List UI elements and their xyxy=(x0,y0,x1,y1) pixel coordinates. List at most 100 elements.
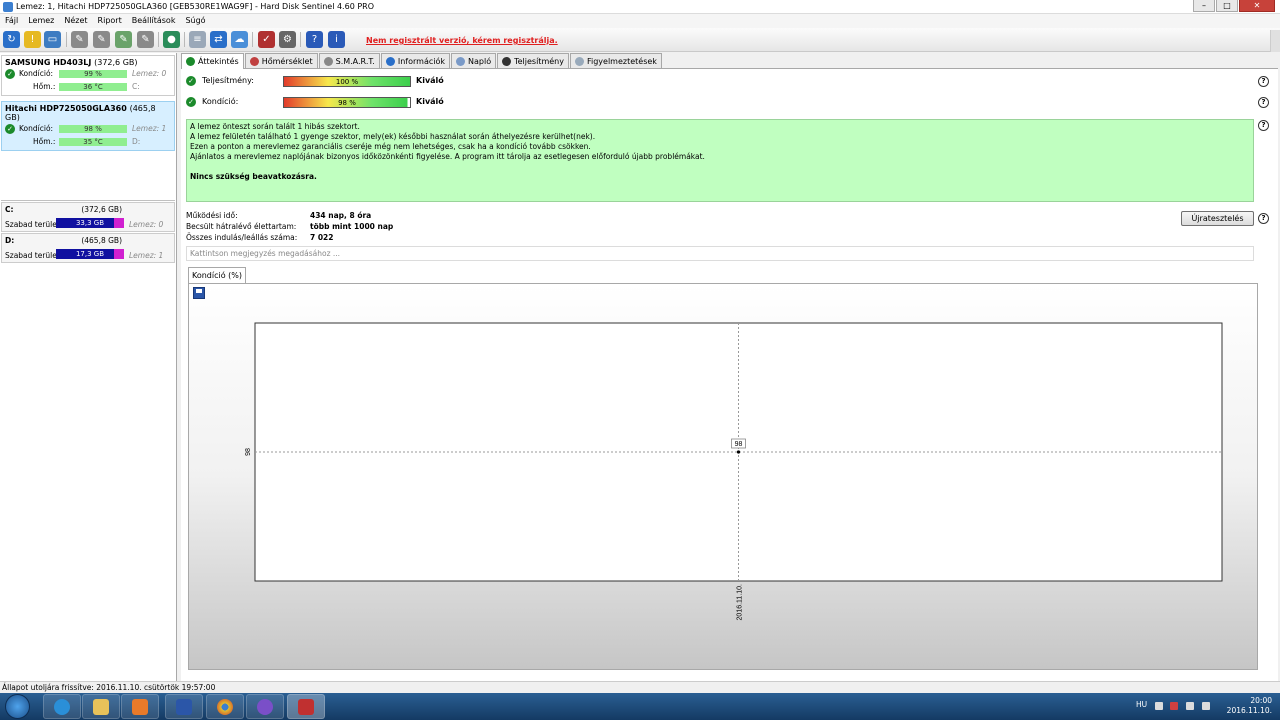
test-icon[interactable]: ✎ xyxy=(71,31,88,48)
menu-disk[interactable]: Lemez xyxy=(28,14,54,28)
main-content: Áttekintés Hőmérséklet S.M.A.R.T. Inform… xyxy=(181,53,1278,681)
free-space-bar: 33,3 GB xyxy=(56,218,124,228)
chart-area: 98 98 2016.11.10. xyxy=(188,283,1258,670)
ie-icon[interactable] xyxy=(43,694,81,719)
register-link[interactable]: Nem regisztrált verzió, kérem regisztrál… xyxy=(366,36,558,45)
title-bar: Lemez: 1, Hitachi HDP725050GLA360 [GEB53… xyxy=(0,0,1280,14)
surface-test-icon[interactable]: ✎ xyxy=(93,31,110,48)
volume-c[interactable]: C: (372,6 GB) Szabad terület 33,3 GB Lem… xyxy=(1,202,175,232)
taskbar: HU 20:00 2016.11.10. xyxy=(0,693,1280,720)
disk-card-hitachi[interactable]: Hitachi HDP725050GLA360 (465,8 GB) ✓ Kon… xyxy=(1,101,175,151)
alerts-icon xyxy=(574,56,584,66)
cloud-icon[interactable]: ☁ xyxy=(231,31,248,48)
menu-bar: Fájl Lemez Nézet Riport Beállítások Súgó xyxy=(0,14,1280,28)
condition-bar: 98 % xyxy=(59,125,127,133)
tab-condition-chart[interactable]: Kondíció (%) xyxy=(188,267,246,283)
menu-view[interactable]: Nézet xyxy=(64,14,87,28)
temperature-bar: 35 °C xyxy=(59,138,127,146)
toolbar: ↻ ! ▭ ✎ ✎ ✎ ✎ ● ≡ ⇄ ☁ ✓ ⚙ ? i Nem regisz… xyxy=(0,28,1280,52)
disk-name: SAMSUNG HD403LJ (372,6 GB) xyxy=(5,58,138,67)
chart-panel: Kondíció (%) 98 98 2016.11.10. xyxy=(186,267,1262,670)
condition-bar: 99 % xyxy=(59,70,127,78)
globe-icon[interactable]: ● xyxy=(163,31,180,48)
tab-bar: Áttekintés Hőmérséklet S.M.A.R.T. Inform… xyxy=(181,53,1278,69)
disk-list-panel: SAMSUNG HD403LJ (372,6 GB) ✓ Kondíció: 9… xyxy=(0,53,177,681)
app-icon xyxy=(3,2,13,12)
disk-name: Hitachi HDP725050GLA360 (465,8 GB) xyxy=(5,104,156,122)
settings-gear-icon[interactable]: ⚙ xyxy=(279,31,296,48)
alert-config-icon[interactable]: ✓ xyxy=(258,31,275,48)
tab-performance[interactable]: Teljesítmény xyxy=(497,53,569,68)
help-icon[interactable]: ? xyxy=(1258,213,1269,224)
disk-stats: Működési idő: 434 nap, 8 óra Becsült hátr… xyxy=(186,211,394,242)
minimize-button[interactable]: – xyxy=(1193,0,1215,12)
sync-icon[interactable]: ⇄ xyxy=(210,31,227,48)
menu-help[interactable]: Súgó xyxy=(185,14,205,28)
log-icon xyxy=(456,56,465,66)
tab-smart[interactable]: S.M.A.R.T. xyxy=(318,53,380,68)
start-button[interactable] xyxy=(5,694,30,719)
save-app-icon[interactable] xyxy=(165,694,203,719)
tray-volume-icon[interactable] xyxy=(1202,702,1210,710)
help-icon[interactable]: ? xyxy=(1258,97,1269,108)
toolbar-scroll-handle[interactable] xyxy=(1270,30,1280,52)
tray-clock[interactable]: 20:00 2016.11.10. xyxy=(1227,696,1272,716)
data-label: 98 xyxy=(735,441,743,448)
hd-sentinel-task-icon[interactable] xyxy=(287,694,325,719)
thermometer-icon xyxy=(249,56,259,66)
y-tick-label: 98 xyxy=(245,448,252,456)
extended-test-icon[interactable]: ✎ xyxy=(137,31,154,48)
x-tick-label: 2016.11.10. xyxy=(737,584,744,621)
tray-chevron-icon[interactable] xyxy=(1155,702,1163,710)
smart-icon xyxy=(323,56,333,66)
refresh-icon[interactable]: ↻ xyxy=(3,31,20,48)
explorer-icon[interactable] xyxy=(82,694,120,719)
temperature-bar: 36 °C xyxy=(59,83,127,91)
close-button[interactable]: ✕ xyxy=(1239,0,1275,12)
condition-chart: 98 98 2016.11.10. xyxy=(245,322,1223,621)
menu-settings[interactable]: Beállítások xyxy=(132,14,176,28)
tray-flag-icon[interactable] xyxy=(1170,702,1178,710)
info-icon xyxy=(385,56,395,66)
disk-card-samsung[interactable]: SAMSUNG HD403LJ (372,6 GB) ✓ Kondíció: 9… xyxy=(1,55,175,96)
tab-information[interactable]: Információk xyxy=(380,53,450,68)
help-icon[interactable]: ? xyxy=(1258,120,1269,131)
viber-icon[interactable] xyxy=(246,694,284,719)
menu-file[interactable]: Fájl xyxy=(5,14,18,28)
retest-button[interactable]: Újratesztelés xyxy=(1181,211,1254,226)
volume-d[interactable]: D: (465,8 GB) Szabad terület 17,3 GB Lem… xyxy=(1,233,175,263)
menu-report[interactable]: Riport xyxy=(98,14,122,28)
toolbar-separator xyxy=(184,32,185,47)
free-space-bar: 17,3 GB xyxy=(56,249,124,259)
media-player-icon[interactable] xyxy=(121,694,159,719)
check-icon: ✓ xyxy=(186,76,196,86)
toolbar-separator xyxy=(252,32,253,47)
status-message-box: A lemez önteszt során talált 1 hibás sze… xyxy=(186,119,1254,202)
check-icon xyxy=(186,57,195,66)
performance-bar: 100 % xyxy=(283,76,411,87)
help-icon[interactable]: ? xyxy=(1258,76,1269,87)
check-icon: ✓ xyxy=(186,97,196,107)
tab-overview[interactable]: Áttekintés xyxy=(181,53,244,69)
disk-details-icon[interactable]: ▭ xyxy=(44,31,61,48)
short-test-icon[interactable]: ✎ xyxy=(115,31,132,48)
maximize-button[interactable]: □ xyxy=(1216,0,1238,12)
chrome-icon[interactable] xyxy=(206,694,244,719)
language-indicator[interactable]: HU xyxy=(1136,700,1147,709)
help-icon[interactable]: ? xyxy=(306,31,323,48)
check-icon: ✓ xyxy=(5,124,15,134)
toolbar-separator xyxy=(66,32,67,47)
condition-bar: 98 % xyxy=(283,97,411,108)
check-icon: ✓ xyxy=(5,69,15,79)
data-point xyxy=(736,450,741,454)
performance-icon xyxy=(502,56,512,66)
tab-log[interactable]: Napló xyxy=(451,53,497,68)
tab-temperature[interactable]: Hőmérséklet xyxy=(244,53,318,68)
report-icon[interactable]: ≡ xyxy=(189,31,206,48)
warning-icon[interactable]: ! xyxy=(24,31,41,48)
tray-network-icon[interactable] xyxy=(1186,702,1194,710)
info-icon[interactable]: i xyxy=(328,31,345,48)
note-input[interactable]: Kattintson megjegyzés megadásához ... xyxy=(186,246,1254,261)
window-title: Lemez: 1, Hitachi HDP725050GLA360 [GEB53… xyxy=(16,2,375,11)
tab-alerts[interactable]: Figyelmeztetések xyxy=(569,53,662,68)
